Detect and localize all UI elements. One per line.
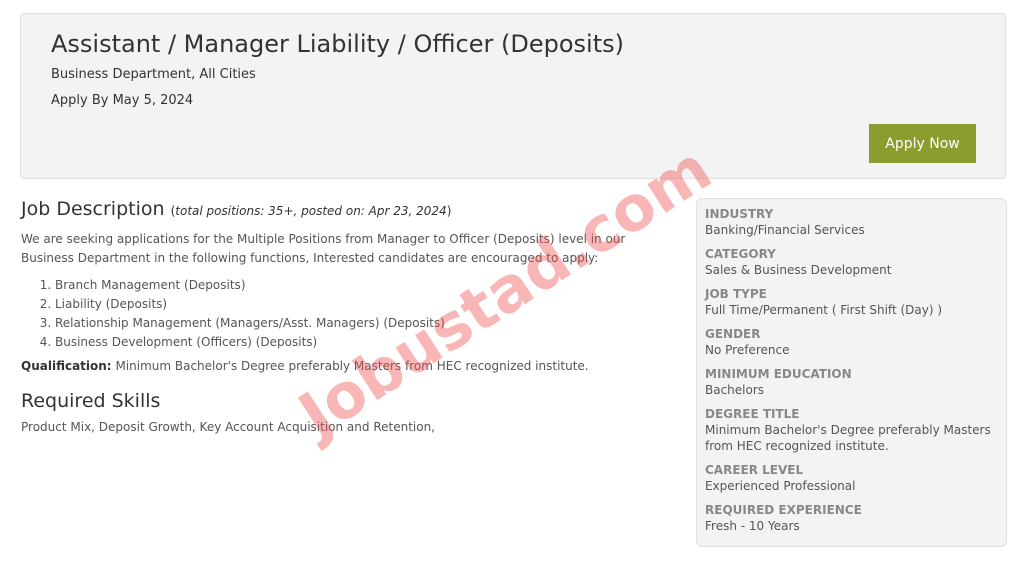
job-details-sidebar: INDUSTRY Banking/Financial Services CATE… [696, 198, 1007, 547]
required-skills-text: Product Mix, Deposit Growth, Key Account… [21, 420, 435, 434]
info-value: Bachelors [705, 383, 765, 397]
info-gender: GENDER No Preference [705, 327, 998, 358]
list-item: Relationship Management (Managers/Asst. … [55, 314, 671, 333]
info-minimum-education: MINIMUM EDUCATION Bachelors [705, 367, 998, 398]
info-value: Banking/Financial Services [705, 223, 865, 237]
info-value: No Preference [705, 343, 790, 357]
info-career-level: CAREER LEVEL Experienced Professional [705, 463, 998, 494]
list-item: Branch Management (Deposits) [55, 276, 671, 295]
info-label: REQUIRED EXPERIENCE [705, 503, 862, 517]
qualification-text: Minimum Bachelor's Degree preferably Mas… [115, 359, 589, 373]
positions-meta: (total positions: 35+, posted on: Apr 23… [171, 204, 452, 218]
qualification: Qualification: Minimum Bachelor's Degree… [21, 359, 671, 373]
job-intro: We are seeking applications for the Mult… [21, 232, 626, 265]
info-label: JOB TYPE [705, 287, 767, 301]
functions-list: Branch Management (Deposits) Liability (… [21, 276, 671, 352]
info-job-type: JOB TYPE Full Time/Permanent ( First Shi… [705, 287, 998, 318]
info-label: DEGREE TITLE [705, 407, 800, 421]
info-category: CATEGORY Sales & Business Development [705, 247, 998, 278]
apply-now-button[interactable]: Apply Now [869, 124, 976, 163]
list-item: Liability (Deposits) [55, 295, 671, 314]
job-description-section: Job Description (total positions: 35+, p… [21, 198, 671, 434]
info-value: Fresh - 10 Years [705, 519, 800, 533]
job-header-card: Assistant / Manager Liability / Officer … [20, 13, 1006, 179]
info-value: Sales & Business Development [705, 263, 892, 277]
required-skills-heading: Required Skills [21, 390, 161, 412]
info-value: Full Time/Permanent ( First Shift (Day) … [705, 303, 943, 317]
info-label: MINIMUM EDUCATION [705, 367, 852, 381]
job-department: Business Department, All Cities [51, 67, 256, 82]
info-label: CATEGORY [705, 247, 776, 261]
info-label: CAREER LEVEL [705, 463, 804, 477]
job-description-title: Job Description [21, 198, 165, 220]
info-label: INDUSTRY [705, 207, 774, 221]
info-degree-title: DEGREE TITLE Minimum Bachelor's Degree p… [705, 407, 998, 454]
info-value: Experienced Professional [705, 479, 856, 493]
list-item: Business Development (Officers) (Deposit… [55, 333, 671, 352]
meta-text: total positions: 35+, posted on: Apr 23,… [175, 204, 447, 218]
job-title: Assistant / Manager Liability / Officer … [51, 30, 624, 58]
info-industry: INDUSTRY Banking/Financial Services [705, 207, 998, 238]
job-description-heading: Job Description (total positions: 35+, p… [21, 198, 671, 220]
info-label: GENDER [705, 327, 761, 341]
info-required-experience: REQUIRED EXPERIENCE Fresh - 10 Years [705, 503, 998, 534]
qualification-label: Qualification: [21, 359, 112, 373]
info-value: Minimum Bachelor's Degree preferably Mas… [705, 423, 991, 453]
meta-close-paren: ) [446, 204, 452, 218]
apply-by-date: Apply By May 5, 2024 [51, 93, 194, 108]
